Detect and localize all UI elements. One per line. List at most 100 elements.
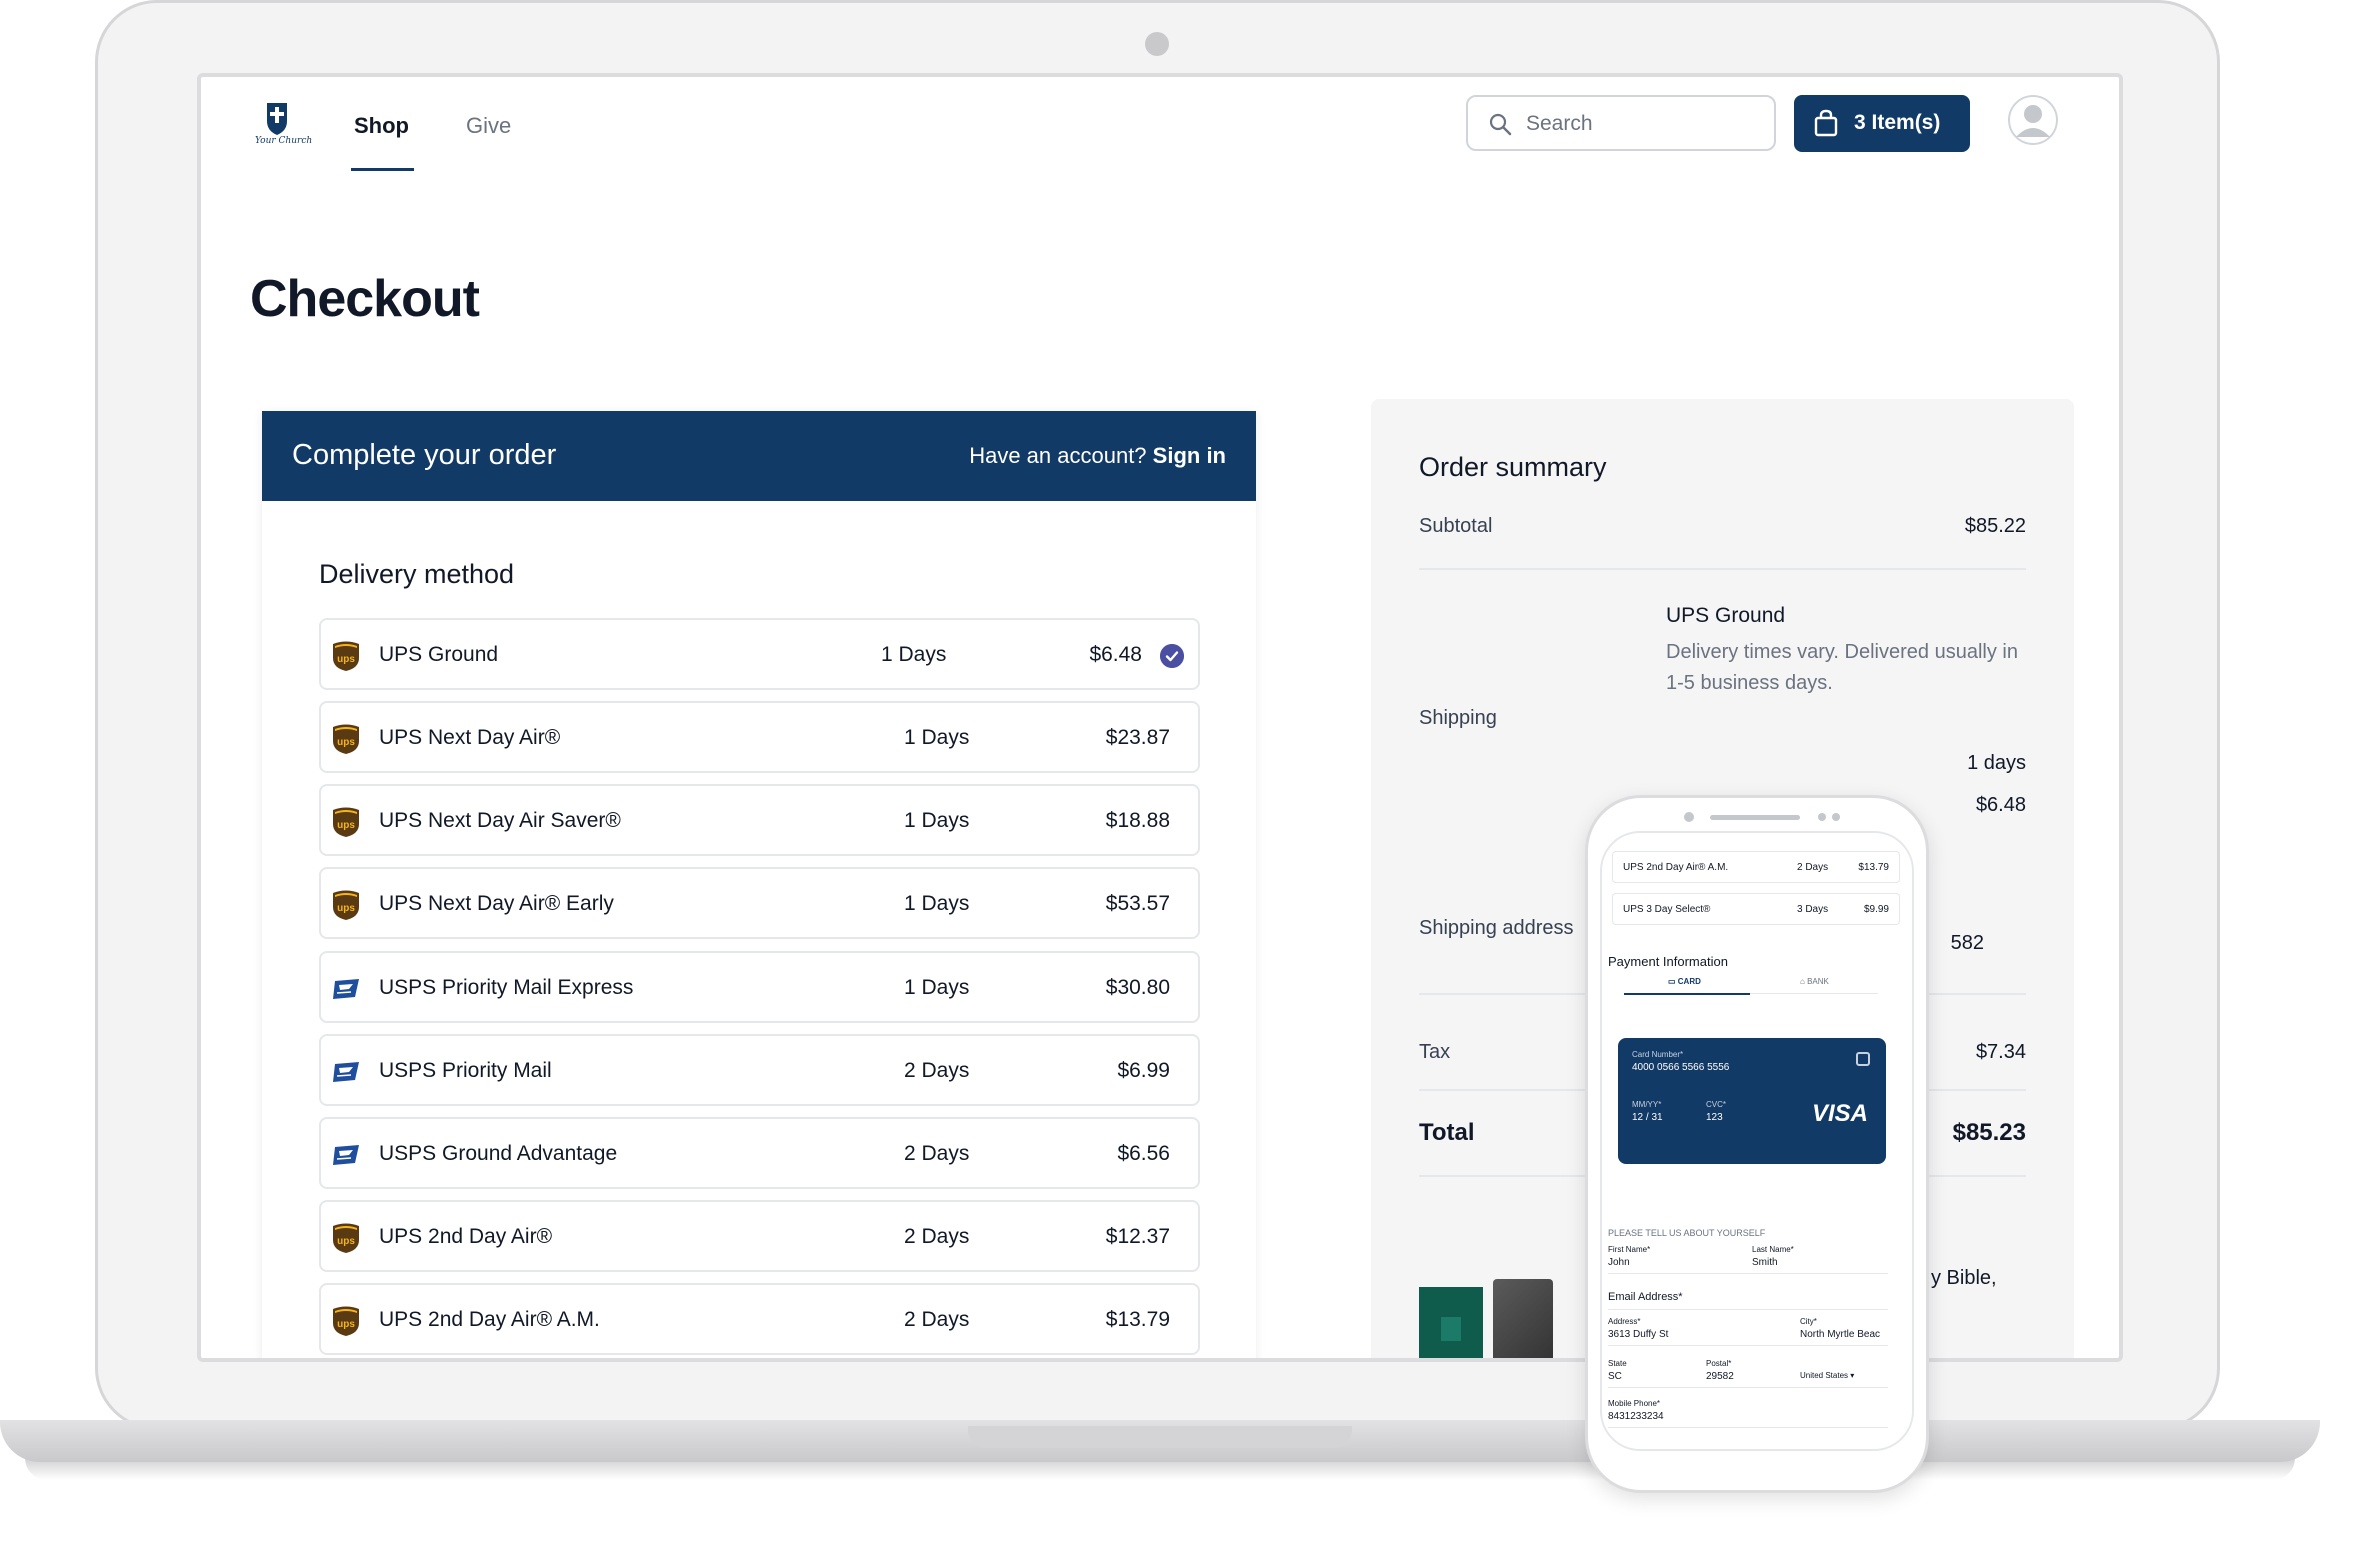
search-input[interactable]: Search <box>1466 95 1776 151</box>
svg-text:ups: ups <box>337 737 355 748</box>
phone-about-title: PLEASE TELL US ABOUT YOURSELF <box>1608 1228 1766 1238</box>
delivery-option[interactable]: USPS Priority Mail 2 Days $6.99 <box>319 1034 1200 1106</box>
delivery-option-price: $6.48 <box>1089 643 1142 666</box>
nav-shop[interactable]: Shop <box>354 113 409 139</box>
phone-card-tab-underline <box>1624 993 1750 995</box>
ups-logo-icon: ups <box>333 1223 359 1253</box>
church-logo[interactable]: Your Church <box>253 101 313 147</box>
postal-label: Postal* <box>1706 1359 1732 1368</box>
shipping-address-fragment: 582 <box>1950 932 1984 954</box>
phone-delivery-option[interactable]: UPS 2nd Day Air® A.M. 2 Days $13.79 <box>1612 851 1900 883</box>
ups-logo-icon: ups <box>333 1306 359 1336</box>
phone-speaker <box>1710 815 1800 820</box>
phone-option-name: UPS 3 Day Select® <box>1623 904 1711 915</box>
phone-option-days: 2 Days <box>1797 862 1829 873</box>
phone-delivery-option[interactable]: UPS 3 Day Select® 3 Days $9.99 <box>1612 893 1900 925</box>
delivery-option[interactable]: ups UPS Ground 1 Days $6.48 <box>319 618 1200 690</box>
delivery-option-days: 1 Days <box>904 809 970 832</box>
shipping-days: 1 days <box>1967 752 2026 774</box>
address-label: Address* <box>1608 1317 1641 1326</box>
delivery-option[interactable]: USPS Ground Advantage 2 Days $6.56 <box>319 1117 1200 1189</box>
summary-divider <box>1419 568 2026 570</box>
card-exp-label: MM/YY* <box>1632 1100 1662 1109</box>
nav-shop-underline <box>351 168 414 171</box>
tax-value: $7.34 <box>1975 1041 2026 1063</box>
logo-text: Your Church <box>255 136 312 146</box>
phone-sensor <box>1832 813 1840 821</box>
city-field[interactable]: North Myrtle Beac <box>1800 1329 1880 1340</box>
card-cvc-label: CVC* <box>1706 1100 1727 1109</box>
laptop-notch <box>968 1426 1352 1448</box>
card-cvc: 123 <box>1706 1112 1723 1123</box>
svg-text:ups: ups <box>337 654 355 665</box>
phone-tab-card-label: CARD <box>1677 977 1701 986</box>
phone-tab-card[interactable]: ▭ CARD <box>1668 977 1701 986</box>
first-name-label: First Name* <box>1608 1245 1651 1254</box>
state-field[interactable]: SC <box>1608 1371 1622 1382</box>
tax-label: Tax <box>1419 1041 1451 1063</box>
delivery-option-days: 2 Days <box>904 1142 970 1165</box>
delivery-option[interactable]: USPS Priority Mail Express 1 Days $30.80 <box>319 951 1200 1023</box>
svg-text:ups: ups <box>337 903 355 914</box>
avatar[interactable] <box>2008 95 2058 145</box>
delivery-option-days: 2 Days <box>904 1059 970 1082</box>
svg-text:ups: ups <box>337 1319 355 1330</box>
delivery-option-name: UPS Next Day Air® Early <box>379 892 614 915</box>
order-summary-title: Order summary <box>1419 452 1607 482</box>
address-field[interactable]: 3613 Duffy St <box>1608 1329 1668 1340</box>
delivery-option-name: UPS 2nd Day Air® <box>379 1225 553 1248</box>
delivery-option[interactable]: ups UPS 2nd Day Air® 2 Days $12.37 <box>319 1200 1200 1272</box>
usps-eagle-icon <box>333 1062 359 1082</box>
phone-tab-divider <box>1750 993 1878 994</box>
phone-option-price: $13.79 <box>1858 862 1889 873</box>
delivery-option-name: UPS Next Day Air® <box>379 726 561 749</box>
delivery-option[interactable]: ups UPS 2nd Day Air® A.M. 2 Days $13.79 <box>319 1283 1200 1355</box>
product-thumbnail[interactable] <box>1419 1287 1483 1358</box>
card-exp: 12 / 31 <box>1632 1112 1663 1123</box>
total-value: $85.23 <box>1952 1119 2026 1146</box>
card-icon: ▭ <box>1668 977 1678 986</box>
svg-text:ups: ups <box>337 1236 355 1247</box>
delivery-option-name: UPS 2nd Day Air® A.M. <box>379 1308 600 1331</box>
email-field[interactable]: Email Address* <box>1608 1291 1683 1303</box>
postal-field[interactable]: 29582 <box>1706 1371 1734 1382</box>
first-name-field[interactable]: John <box>1608 1257 1630 1268</box>
order-card-title: Complete your order <box>292 439 557 471</box>
ups-logo-icon: ups <box>333 724 359 754</box>
delivery-option[interactable]: ups UPS Next Day Air® 1 Days $23.87 <box>319 701 1200 773</box>
mobile-phone-field[interactable]: 8431233234 <box>1608 1411 1664 1422</box>
delivery-option-name: UPS Next Day Air Saver® <box>379 809 621 832</box>
search-icon <box>1489 113 1512 136</box>
laptop-camera <box>1145 32 1169 56</box>
last-name-field[interactable]: Smith <box>1752 1257 1778 1268</box>
cart-label: 3 Item(s) <box>1854 111 1941 134</box>
user-icon <box>2008 95 2058 145</box>
shipping-label: Shipping <box>1419 707 1497 729</box>
ups-logo-icon: ups <box>333 890 359 920</box>
city-label: City* <box>1800 1317 1817 1326</box>
delivery-option-name: USPS Priority Mail Express <box>379 976 634 999</box>
delivery-option-days: 2 Days <box>904 1225 970 1248</box>
product-cover-art <box>1441 1317 1461 1341</box>
delivery-option[interactable]: ups UPS Next Day Air® Early 1 Days $53.57 <box>319 867 1200 939</box>
delivery-option-name: USPS Priority Mail <box>379 1059 552 1082</box>
shopping-bag-icon <box>1814 109 1838 137</box>
product-thumbnail[interactable] <box>1493 1279 1553 1358</box>
field-divider <box>1608 1387 1888 1388</box>
delivery-option-price: $6.99 <box>1117 1059 1170 1082</box>
chevron-down-icon: ▾ <box>1848 1371 1855 1380</box>
delivery-option-name: USPS Ground Advantage <box>379 1142 618 1165</box>
cart-button[interactable]: 3 Item(s) <box>1794 95 1970 152</box>
shipping-method-desc: Delivery times vary. Delivered usually i… <box>1666 641 2018 694</box>
svg-text:ups: ups <box>337 820 355 831</box>
nav-give[interactable]: Give <box>466 113 511 139</box>
country-value: United States <box>1800 1371 1849 1380</box>
sign-in-link[interactable]: Sign in <box>1153 443 1226 468</box>
delivery-option[interactable]: ups UPS Next Day Air Saver® 1 Days $18.88 <box>319 784 1200 856</box>
delivery-option-days: 1 Days <box>904 976 970 999</box>
page-title: Checkout <box>250 270 480 328</box>
order-card: Complete your order Have an account? Sig… <box>262 411 1256 1358</box>
phone-tab-bank[interactable]: ⌂ BANK <box>1800 977 1829 986</box>
country-select[interactable]: United States ▾ <box>1800 1371 1854 1380</box>
delivery-option-price: $12.37 <box>1105 1225 1170 1248</box>
